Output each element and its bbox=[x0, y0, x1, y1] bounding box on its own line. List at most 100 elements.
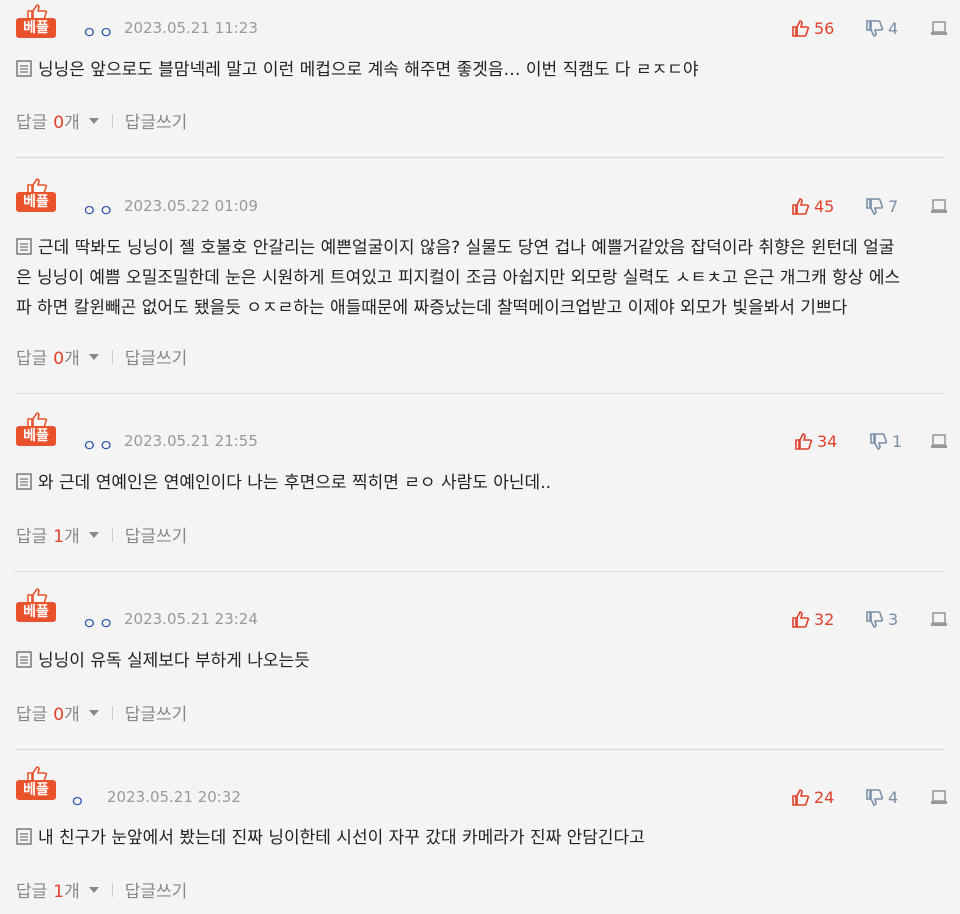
comment-body: 내 친구가 눈앞에서 봤는데 진짜 닝이한테 시선이 자꾸 갔대 카메라가 진짜… bbox=[16, 823, 940, 853]
best-badge-label: 베플 bbox=[16, 780, 56, 800]
downvote-count: 7 bbox=[888, 196, 899, 216]
report-icon[interactable] bbox=[931, 611, 947, 627]
comment-actions: 답글 1개 답글쓰기 bbox=[16, 522, 187, 547]
best-comment-badge: 베플 bbox=[16, 412, 56, 446]
thumbs-up-icon bbox=[792, 610, 810, 628]
report-icon[interactable] bbox=[931, 20, 947, 36]
comment-line: 내 친구가 눈앞에서 봤는데 진짜 닝이한테 시선이 자꾸 갔대 카메라가 진짜… bbox=[16, 823, 940, 853]
divider bbox=[111, 705, 113, 720]
upvote-button[interactable]: 32 bbox=[792, 609, 834, 629]
comment-body: 와 근데 연예인은 연예인이다 나는 후면으로 찍히면 ㄹㅇ 사람도 아닌데.. bbox=[16, 468, 940, 498]
best-comment-badge: 베플 bbox=[16, 178, 56, 212]
author-nickname[interactable]: ㅇㅇ bbox=[82, 197, 115, 221]
document-icon bbox=[16, 238, 32, 255]
write-reply-button[interactable]: 답글쓰기 bbox=[125, 344, 188, 369]
reply-count: 0 bbox=[53, 349, 65, 369]
reply-count: 0 bbox=[53, 705, 65, 725]
comment-item: 베플 ㅇㅇ 2023.05.21 11:23 56 4 닝닝은 앞으로도 블맘넥… bbox=[0, 0, 960, 158]
report-icon[interactable] bbox=[931, 433, 947, 449]
reply-count: 1 bbox=[53, 882, 65, 902]
reply-count: 1 bbox=[53, 527, 65, 547]
divider bbox=[111, 113, 113, 128]
comment-actions: 답글 1개 답글쓰기 bbox=[16, 877, 187, 902]
reply-toggle[interactable]: 답글 0개 bbox=[16, 344, 80, 369]
reply-toggle[interactable]: 답글 1개 bbox=[16, 877, 80, 902]
reply-count: 0 bbox=[53, 113, 65, 133]
comment-line: 닝닝이 유독 실제보다 부하게 나오는듯 bbox=[16, 646, 940, 676]
comment-date: 2023.05.21 21:55 bbox=[124, 432, 258, 450]
comment-item: 베플 ㅇㅇ 2023.05.22 01:09 45 7 근데 딱봐도 닝닝이 젤… bbox=[0, 158, 960, 394]
upvote-button[interactable]: 34 bbox=[795, 431, 837, 451]
upvote-button[interactable]: 24 bbox=[792, 787, 834, 807]
thumbs-down-icon bbox=[870, 432, 888, 450]
best-badge-label: 베플 bbox=[16, 192, 56, 212]
chevron-down-icon[interactable] bbox=[88, 117, 100, 125]
thumbs-down-icon bbox=[866, 19, 884, 37]
downvote-button[interactable]: 4 bbox=[866, 18, 898, 38]
divider bbox=[111, 527, 113, 542]
chevron-down-icon[interactable] bbox=[88, 886, 100, 894]
chevron-down-icon[interactable] bbox=[88, 709, 100, 717]
comment-body: 닝닝은 앞으로도 블맘넥레 말고 이런 메컵으로 계속 해주면 좋겟음… 이번 … bbox=[16, 55, 940, 85]
comment-line: 와 근데 연예인은 연예인이다 나는 후면으로 찍히면 ㄹㅇ 사람도 아닌데.. bbox=[16, 468, 940, 498]
comment-list: 베플 ㅇㅇ 2023.05.21 11:23 56 4 닝닝은 앞으로도 블맘넥… bbox=[0, 0, 960, 914]
best-badge-label: 베플 bbox=[16, 602, 56, 622]
report-icon[interactable] bbox=[931, 789, 947, 805]
comment-actions: 답글 0개 답글쓰기 bbox=[16, 344, 187, 369]
report-icon[interactable] bbox=[931, 198, 947, 214]
comment-date: 2023.05.21 23:24 bbox=[124, 610, 258, 628]
thumbs-down-icon bbox=[866, 197, 884, 215]
write-reply-button[interactable]: 답글쓰기 bbox=[125, 522, 188, 547]
comment-line: 파 하면 칼윈빼곤 없어도 됐을듯 ㅇㅈㄹ하는 애들때문에 짜증났는데 찰떡메이… bbox=[16, 298, 848, 318]
downvote-button[interactable]: 4 bbox=[866, 787, 898, 807]
best-comment-badge: 베플 bbox=[16, 588, 56, 622]
chevron-down-icon[interactable] bbox=[88, 353, 100, 361]
best-comment-badge: 베플 bbox=[16, 4, 56, 38]
comment-line: 근데 딱봐도 닝닝이 젤 호불호 안갈리는 예쁜얼굴이지 않음? 실물도 당연 … bbox=[16, 233, 940, 263]
best-comment-badge: 베플 bbox=[16, 766, 56, 800]
comment-body: 근데 딱봐도 닝닝이 젤 호불호 안갈리는 예쁜얼굴이지 않음? 실물도 당연 … bbox=[16, 233, 940, 323]
thumbs-up-icon bbox=[795, 432, 813, 450]
author-nickname[interactable]: ㅇㅇ bbox=[82, 432, 115, 456]
write-reply-button[interactable]: 답글쓰기 bbox=[125, 877, 188, 902]
comment-item: 베플 ㅇㅇ 2023.05.21 21:55 34 1 와 근데 연예인은 연예… bbox=[0, 394, 960, 572]
thumbs-down-icon bbox=[866, 788, 884, 806]
document-icon bbox=[16, 828, 32, 845]
downvote-button[interactable]: 3 bbox=[866, 609, 898, 629]
downvote-count: 1 bbox=[892, 431, 903, 451]
thumbs-up-icon bbox=[792, 19, 810, 37]
downvote-button[interactable]: 1 bbox=[870, 431, 902, 451]
best-badge-label: 베플 bbox=[16, 18, 56, 38]
reply-toggle[interactable]: 답글 0개 bbox=[16, 108, 80, 133]
upvote-count: 32 bbox=[814, 609, 835, 629]
downvote-button[interactable]: 7 bbox=[866, 196, 898, 216]
comment-date: 2023.05.22 01:09 bbox=[124, 197, 258, 215]
upvote-button[interactable]: 56 bbox=[792, 18, 834, 38]
document-icon bbox=[16, 651, 32, 668]
downvote-count: 4 bbox=[888, 18, 899, 38]
comment-item: 베플 ㅇ 2023.05.21 20:32 24 4 내 친구가 눈앞에서 봤는… bbox=[0, 750, 960, 914]
comment-line: 은 닝닝이 예쁨 오밀조밀한데 눈은 시원하게 트여있고 피지컬이 조금 아쉽지… bbox=[16, 268, 901, 288]
comment-date: 2023.05.21 20:32 bbox=[107, 788, 241, 806]
author-nickname[interactable]: ㅇ bbox=[70, 788, 87, 812]
upvote-button[interactable]: 45 bbox=[792, 196, 834, 216]
chevron-down-icon[interactable] bbox=[88, 531, 100, 539]
write-reply-button[interactable]: 답글쓰기 bbox=[125, 700, 188, 725]
best-badge-label: 베플 bbox=[16, 426, 56, 446]
thumbs-up-icon bbox=[792, 788, 810, 806]
reply-toggle[interactable]: 답글 0개 bbox=[16, 700, 80, 725]
divider bbox=[111, 349, 113, 364]
thumbs-down-icon bbox=[866, 610, 884, 628]
document-icon bbox=[16, 473, 32, 490]
comment-body: 닝닝이 유독 실제보다 부하게 나오는듯 bbox=[16, 646, 940, 676]
upvote-count: 24 bbox=[814, 787, 835, 807]
downvote-count: 3 bbox=[888, 609, 899, 629]
comment-actions: 답글 0개 답글쓰기 bbox=[16, 108, 187, 133]
reply-toggle[interactable]: 답글 1개 bbox=[16, 522, 80, 547]
author-nickname[interactable]: ㅇㅇ bbox=[82, 19, 115, 43]
write-reply-button[interactable]: 답글쓰기 bbox=[125, 108, 188, 133]
document-icon bbox=[16, 60, 32, 77]
upvote-count: 34 bbox=[817, 431, 838, 451]
author-nickname[interactable]: ㅇㅇ bbox=[82, 610, 115, 634]
upvote-count: 56 bbox=[814, 18, 835, 38]
